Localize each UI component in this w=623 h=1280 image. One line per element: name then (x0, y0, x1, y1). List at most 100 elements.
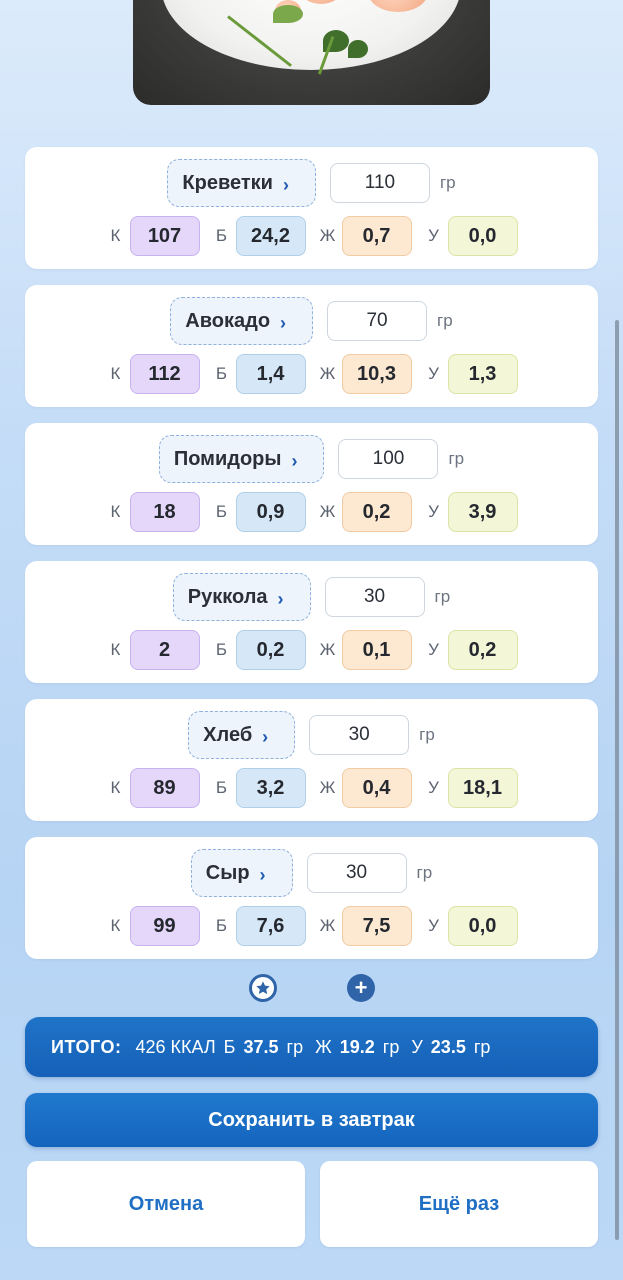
protein-label: Б (215, 916, 228, 935)
carbs-value: 3,9 (447, 492, 518, 532)
food-card: Креветки › 110 гр К 107 Б 24,2 Ж 0,7 У 0,0 (25, 147, 598, 269)
carbs-value: 0,0 (447, 216, 518, 256)
chevron-right-icon: › (277, 588, 284, 609)
kcal-label: К (110, 778, 121, 797)
protein-value: 0,2 (235, 630, 306, 670)
retry-button[interactable]: Ещё раз (320, 1161, 598, 1247)
food-name-selector[interactable]: Руккола › (172, 573, 311, 621)
cancel-button[interactable]: Отмена (27, 1161, 305, 1247)
macros-row: К 99 Б 7,6 Ж 7,5 У 0,0 (25, 906, 598, 946)
avocado-image (273, 5, 303, 23)
fat-label: Ж (319, 226, 336, 245)
chevron-right-icon: › (262, 726, 269, 747)
grams-input[interactable]: 30 (306, 853, 407, 893)
carbs-value: 18,1 (447, 768, 518, 808)
kcal-label: К (110, 502, 121, 521)
food-header-row: Помидоры › 100 гр (25, 435, 598, 483)
kcal-label: К (110, 640, 121, 659)
food-name-selector[interactable]: Авокадо › (170, 297, 314, 345)
food-card: Сыр › 30 гр К 99 Б 7,6 Ж 7,5 У 0,0 (25, 837, 598, 959)
grams-input[interactable]: 70 (327, 301, 428, 341)
grams-unit: гр (419, 725, 435, 744)
food-header-row: Авокадо › 70 гр (25, 297, 598, 345)
grams-unit: гр (437, 311, 453, 330)
total-j-label: Ж (315, 1036, 332, 1057)
grams-unit: гр (448, 449, 465, 468)
protein-value: 1,4 (235, 354, 306, 394)
carbs-value: 1,3 (447, 354, 518, 394)
chevron-right-icon: › (259, 864, 266, 885)
carbs-label: У (428, 916, 439, 935)
add-food-button[interactable]: + (347, 974, 375, 1002)
kcal-value: 112 (129, 354, 200, 394)
total-u-value: 23.5 (430, 1036, 466, 1057)
food-name-selector[interactable]: Креветки › (167, 159, 316, 207)
scrollbar[interactable] (615, 320, 619, 1240)
fat-value: 0,4 (341, 768, 412, 808)
total-u-label: У (411, 1036, 423, 1057)
kcal-label: К (110, 916, 121, 935)
favorite-button[interactable] (249, 974, 277, 1002)
food-name-selector[interactable]: Хлеб › (188, 711, 296, 759)
food-name-selector[interactable]: Помидоры › (158, 435, 325, 483)
macros-row: К 107 Б 24,2 Ж 0,7 У 0,0 (25, 216, 598, 256)
kcal-value: 2 (129, 630, 200, 670)
star-icon (256, 981, 270, 995)
food-header-row: Руккола › 30 гр (25, 573, 598, 621)
fat-value: 0,7 (341, 216, 412, 256)
total-b-value: 37.5 (243, 1036, 279, 1057)
carbs-label: У (428, 502, 439, 521)
grams-input[interactable]: 110 (329, 163, 430, 203)
food-name: Авокадо (185, 309, 271, 332)
total-j-unit: гр (382, 1036, 400, 1057)
food-card: Руккола › 30 гр К 2 Б 0,2 Ж 0,1 У 0,2 (25, 561, 598, 683)
kcal-value: 99 (129, 906, 200, 946)
macros-row: К 18 Б 0,9 Ж 0,2 У 3,9 (25, 492, 598, 532)
kcal-label: К (110, 364, 121, 383)
total-u-unit: гр (473, 1036, 491, 1057)
grams-input[interactable]: 30 (309, 715, 410, 755)
food-name: Помидоры (173, 447, 282, 470)
fat-label: Ж (319, 502, 336, 521)
fat-value: 7,5 (341, 906, 412, 946)
fat-label: Ж (319, 778, 336, 797)
chevron-right-icon: › (291, 450, 298, 471)
protein-label: Б (215, 778, 228, 797)
grams-unit: гр (434, 587, 451, 606)
food-card: Авокадо › 70 гр К 112 Б 1,4 Ж 10,3 У 1,3 (25, 285, 598, 407)
kcal-value: 89 (129, 768, 200, 808)
carbs-label: У (428, 778, 439, 797)
chevron-right-icon: › (282, 174, 289, 195)
save-to-breakfast-button[interactable]: Сохранить в завтрак (25, 1093, 598, 1147)
total-label: ИТОГО: (51, 1036, 122, 1057)
kcal-label: К (110, 226, 121, 245)
total-b-label: Б (223, 1036, 236, 1057)
food-header-row: Сыр › 30 гр (25, 849, 598, 897)
grams-input[interactable]: 100 (338, 439, 439, 479)
macros-row: К 112 Б 1,4 Ж 10,3 У 1,3 (25, 354, 598, 394)
protein-label: Б (215, 226, 228, 245)
carbs-label: У (428, 364, 439, 383)
fat-value: 10,3 (341, 354, 412, 394)
kcal-value: 107 (129, 216, 200, 256)
food-name: Сыр (205, 861, 250, 884)
protein-value: 24,2 (235, 216, 306, 256)
macros-row: К 89 Б 3,2 Ж 0,4 У 18,1 (25, 768, 598, 808)
grams-unit: гр (416, 863, 433, 882)
leaf-image (348, 40, 368, 58)
protein-label: Б (215, 640, 228, 659)
fat-value: 0,2 (341, 492, 412, 532)
carbs-label: У (428, 226, 439, 245)
grams-input[interactable]: 30 (324, 577, 425, 617)
macros-row: К 2 Б 0,2 Ж 0,1 У 0,2 (25, 630, 598, 670)
total-j-value: 19.2 (339, 1036, 375, 1057)
protein-value: 0,9 (235, 492, 306, 532)
food-header-row: Креветки › 110 гр (25, 159, 598, 207)
fat-value: 0,1 (341, 630, 412, 670)
protein-label: Б (215, 502, 228, 521)
plate-image (161, 0, 461, 70)
food-name: Руккола (187, 585, 268, 608)
food-card: Хлеб › 30 гр К 89 Б 3,2 Ж 0,4 У 18,1 (25, 699, 598, 821)
carbs-value: 0,0 (447, 906, 518, 946)
food-name-selector[interactable]: Сыр › (190, 849, 293, 897)
